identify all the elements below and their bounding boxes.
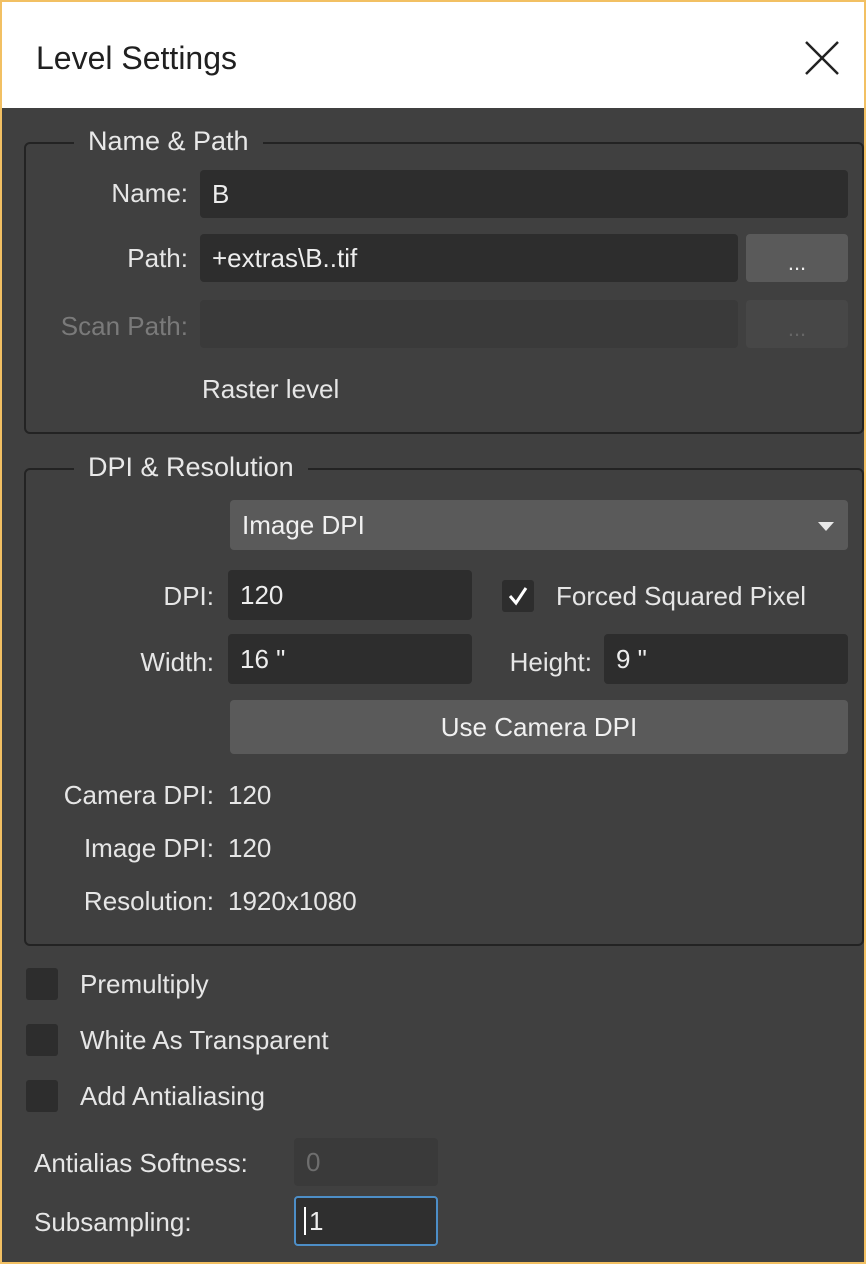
- image-dpi-value: 120: [228, 833, 272, 863]
- subsampling-value: 1: [309, 1205, 324, 1236]
- scan-path-field: [200, 300, 738, 348]
- checkmark-icon: [508, 587, 528, 606]
- width-field[interactable]: 16 ": [228, 634, 472, 684]
- name-field[interactable]: B: [200, 170, 848, 218]
- forced-squared-label: Forced Squared Pixel: [556, 581, 807, 611]
- premultiply-checkbox[interactable]: [26, 968, 58, 1000]
- level-settings-window: Level Settings Name & Path Name: B Path:…: [0, 0, 866, 1264]
- add-antialiasing-label: Add Antialiasing: [80, 1081, 266, 1111]
- dpi-label: DPI:: [163, 581, 214, 611]
- camera-dpi-label: Camera DPI:: [63, 780, 214, 810]
- name-label: Name:: [111, 178, 188, 208]
- dpi-mode-dropdown[interactable]: Image DPI: [230, 500, 848, 550]
- white-as-transparent-label: White As Transparent: [80, 1025, 329, 1055]
- close-icon[interactable]: [800, 36, 844, 80]
- path-label: Path:: [127, 243, 188, 273]
- height-field[interactable]: 9 ": [604, 634, 848, 684]
- resolution-value: 1920x1080: [228, 886, 357, 916]
- subsampling-label: Subsampling:: [34, 1207, 192, 1237]
- height-label: Height:: [509, 647, 592, 677]
- chevron-down-icon: [818, 522, 834, 531]
- antialias-softness-label: Antialias Softness:: [34, 1148, 248, 1178]
- camera-dpi-value: 120: [228, 780, 272, 810]
- dpi-resolution-group-title: DPI & Resolution: [74, 452, 308, 482]
- premultiply-label: Premultiply: [80, 969, 209, 999]
- antialias-softness-field: 0: [294, 1138, 438, 1186]
- use-camera-dpi-button[interactable]: Use Camera DPI: [230, 700, 848, 754]
- image-dpi-label: Image DPI:: [83, 833, 214, 863]
- text-cursor: [304, 1207, 306, 1235]
- white-as-transparent-checkbox[interactable]: [26, 1024, 58, 1056]
- scan-path-label: Scan Path:: [60, 311, 188, 341]
- resolution-label: Resolution:: [83, 886, 214, 916]
- dpi-mode-value: Image DPI: [242, 509, 365, 540]
- scan-path-browse-button: ...: [746, 300, 848, 348]
- width-label: Width:: [140, 647, 214, 677]
- forced-squared-checkbox[interactable]: [502, 580, 534, 612]
- dpi-field[interactable]: 120: [228, 570, 472, 620]
- window-title: Level Settings: [36, 40, 238, 76]
- path-field[interactable]: +extras\B..tif: [200, 234, 738, 282]
- path-browse-button[interactable]: ...: [746, 234, 848, 282]
- add-antialiasing-checkbox[interactable]: [26, 1080, 58, 1112]
- subsampling-field[interactable]: 1: [294, 1196, 438, 1246]
- name-path-group-title: Name & Path: [74, 126, 263, 156]
- level-type-label: Raster level: [202, 374, 340, 404]
- title-bar: Level Settings: [2, 2, 864, 108]
